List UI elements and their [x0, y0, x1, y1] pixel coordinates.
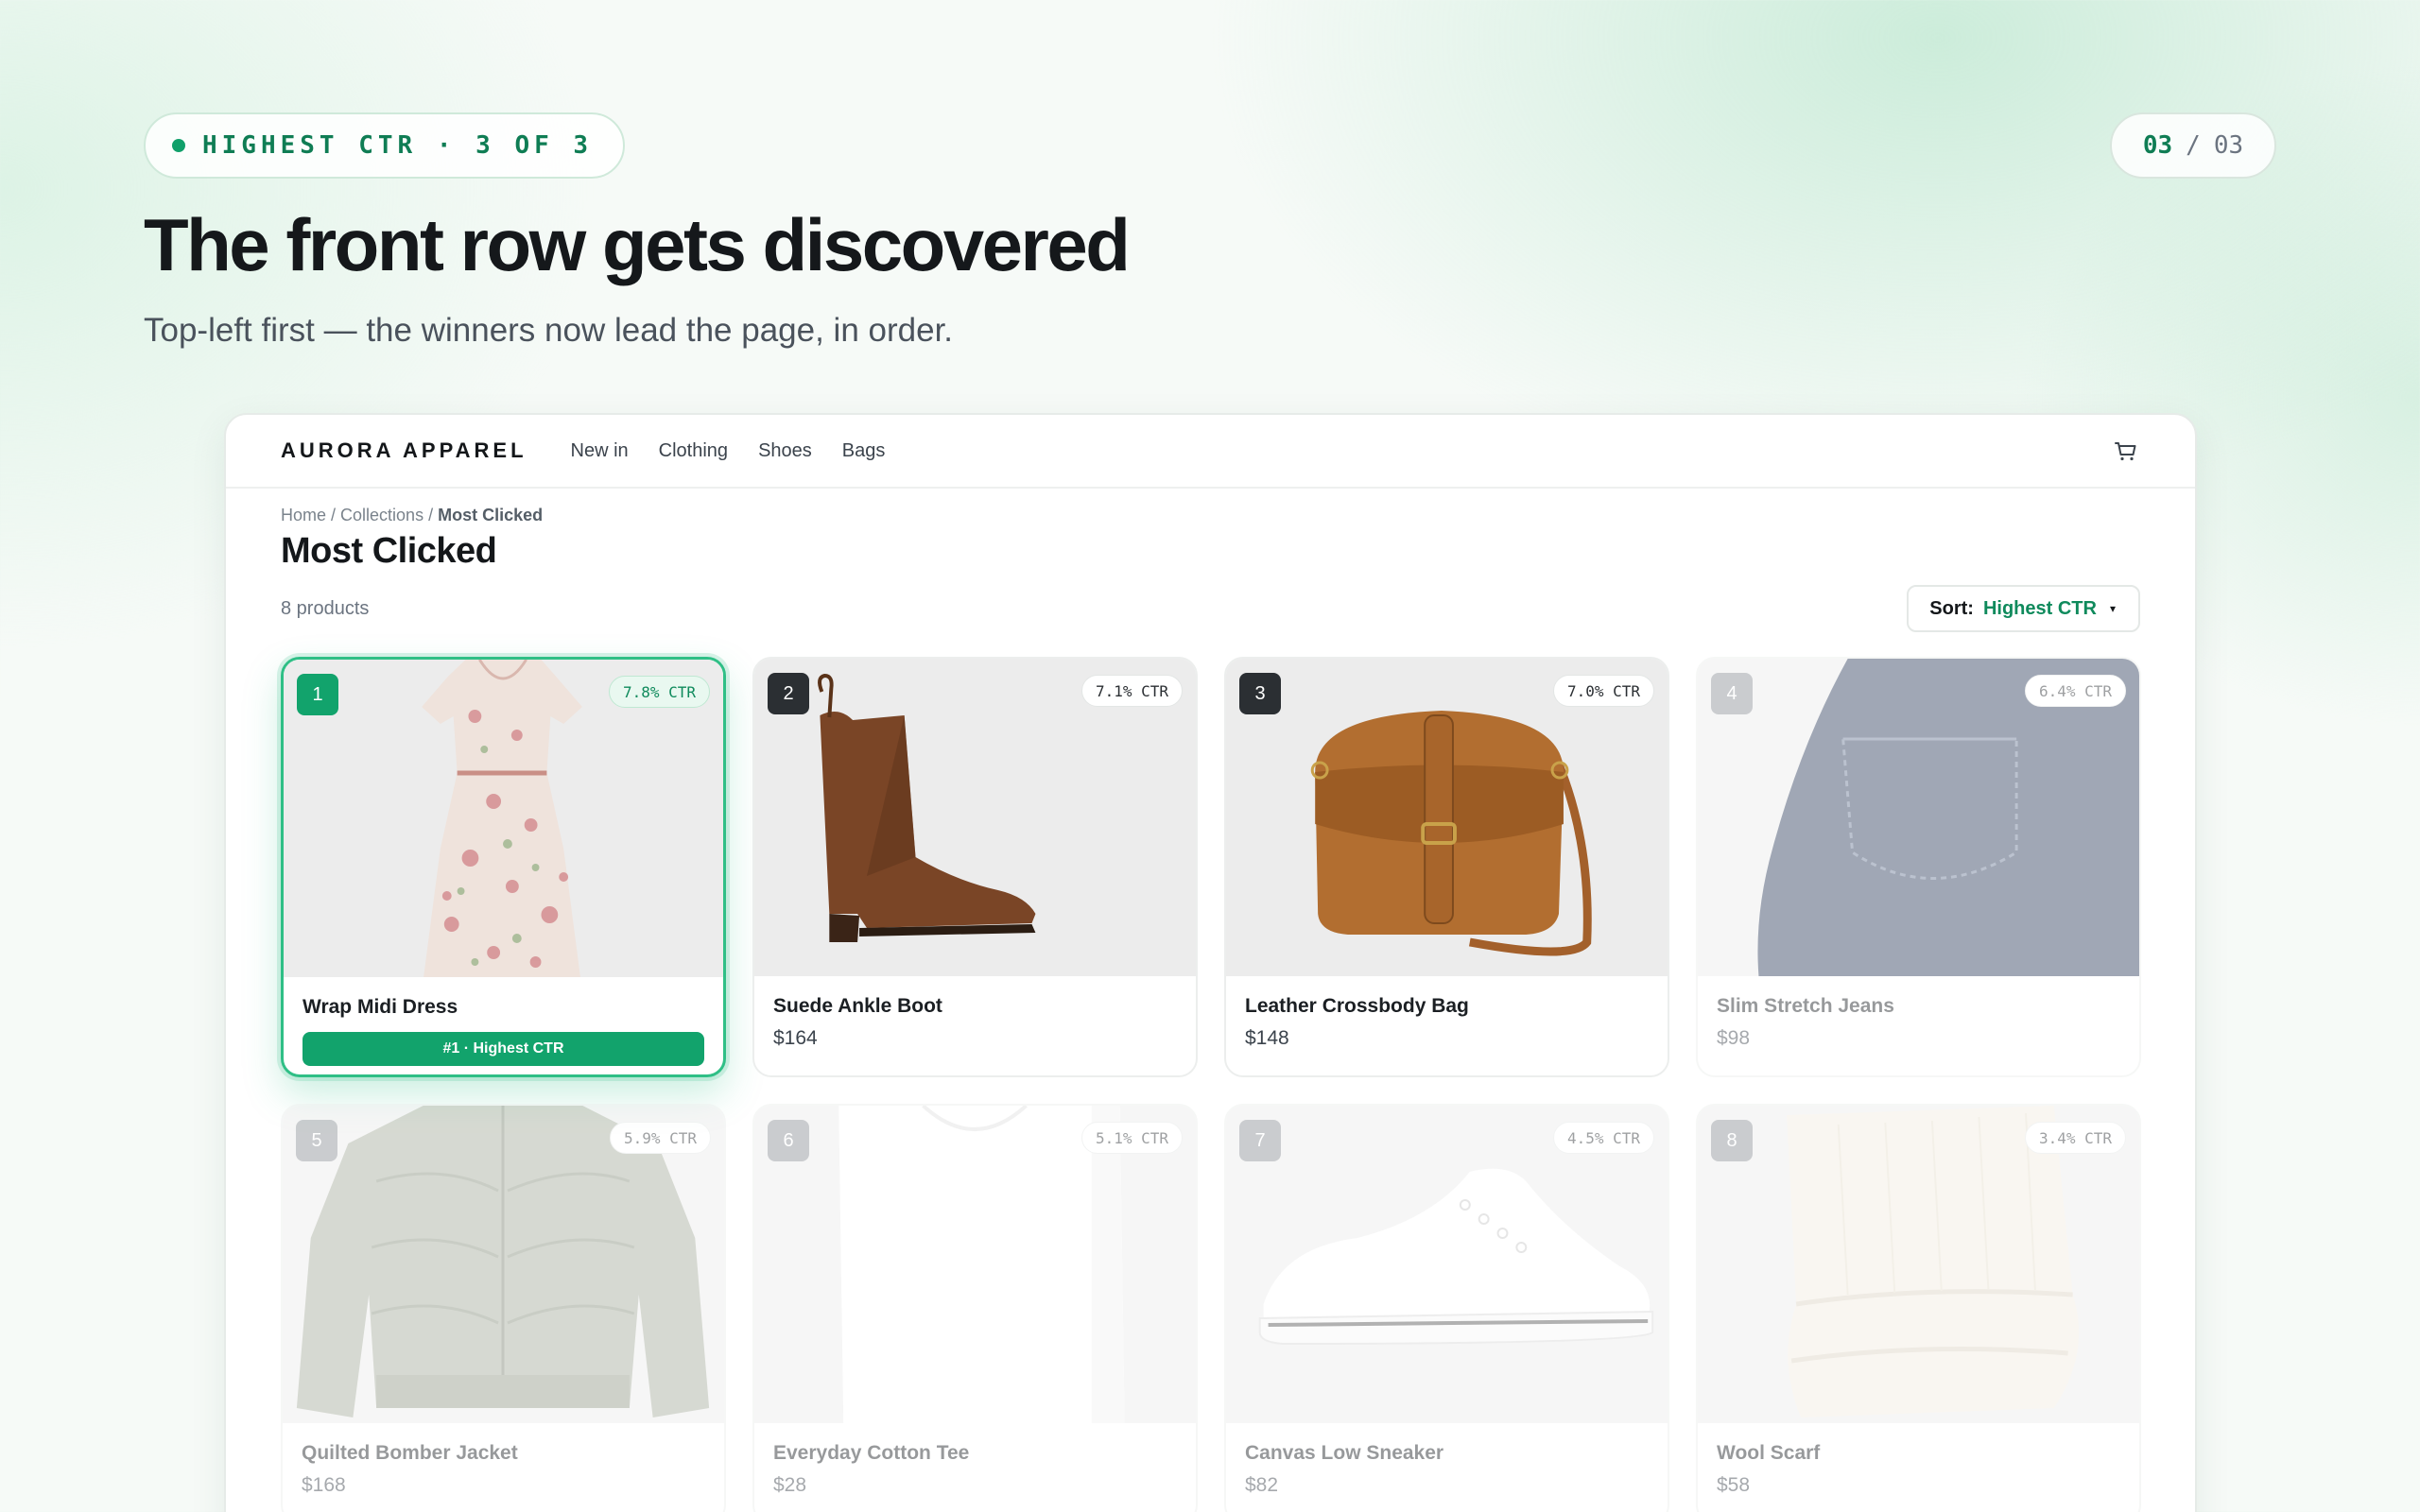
ctr-badge: 5.9% CTR	[609, 1122, 711, 1154]
product-info: Everyday Cotton Tee $28	[773, 1442, 1177, 1497]
slide-subtitle: Top-left first — the winners now lead th…	[144, 312, 954, 349]
product-card-leather-crossbody-bag[interactable]: 3 7.0% CTR Leather Crossbody Bag $148	[1224, 657, 1669, 1077]
slide-title: The front row gets discovered	[144, 203, 1131, 286]
rank-badge: 8	[1711, 1120, 1753, 1161]
rank-badge: 4	[1711, 673, 1753, 714]
product-info: Suede Ankle Boot $164	[773, 995, 1177, 1050]
product-name[interactable]: Quilted Bomber Jacket	[302, 1442, 705, 1465]
nav-link-clothing[interactable]: Clothing	[659, 440, 728, 462]
ctr-badge: 7.0% CTR	[1552, 675, 1654, 707]
store-logo[interactable]: AURORA APPAREL	[281, 438, 527, 463]
product-card-wrap-midi-dress[interactable]: 1 7.8% CTR Wrap Midi Dress #1 · Highest …	[281, 657, 726, 1077]
sort-label: Sort:	[1929, 597, 1974, 619]
listing-toolbar: 8 products Sort: Highest CTR ▾	[281, 585, 2140, 632]
rank-badge: 5	[296, 1120, 337, 1161]
status-dot-icon	[172, 139, 185, 152]
product-price: $98	[1717, 1027, 1751, 1049]
ctr-badge: 4.5% CTR	[1552, 1122, 1654, 1154]
section-tag: HIGHEST CTR · 3 OF 3	[144, 112, 626, 179]
chevron-down-icon: ▾	[2109, 602, 2116, 615]
store-nav: AURORA APPAREL New in Clothing Shoes Bag…	[226, 415, 2195, 489]
sort-value: Highest CTR	[1982, 597, 2097, 619]
product-grid: 1 7.8% CTR Wrap Midi Dress #1 · Highest …	[281, 657, 2141, 1512]
page-title: Most Clicked	[281, 531, 497, 571]
product-price: $82	[1245, 1474, 1279, 1496]
ctr-badge: 7.1% CTR	[1080, 675, 1183, 707]
breadcrumb-current: Most Clicked	[438, 506, 544, 524]
product-info: Quilted Bomber Jacket $168	[302, 1442, 705, 1497]
store-window: AURORA APPAREL New in Clothing Shoes Bag…	[224, 413, 2197, 1512]
ctr-badge: 3.4% CTR	[2024, 1122, 2126, 1154]
top-performer-badge: #1 · Highest CTR	[302, 1032, 704, 1066]
slide-counter-total: 03	[2213, 131, 2244, 160]
product-info: Leather Crossbody Bag $148	[1245, 995, 1649, 1050]
product-info: Wool Scarf $58	[1717, 1442, 2120, 1497]
section-tag-label: HIGHEST CTR · 3 OF 3	[202, 131, 594, 160]
breadcrumb-home[interactable]: Home	[281, 506, 326, 524]
nav-link-bags[interactable]: Bags	[842, 440, 886, 462]
slide-counter-current: 03	[2142, 131, 2173, 160]
ctr-badge: 5.1% CTR	[1080, 1122, 1183, 1154]
rank-badge: 7	[1239, 1120, 1281, 1161]
breadcrumb-separator: /	[326, 506, 341, 524]
rank-badge: 2	[768, 673, 809, 714]
rank-badge: 1	[297, 674, 338, 715]
rank-badge: 3	[1239, 673, 1281, 714]
product-info: Canvas Low Sneaker $82	[1245, 1442, 1649, 1497]
breadcrumb-separator: /	[424, 506, 439, 524]
product-price: $164	[773, 1027, 818, 1049]
product-name[interactable]: Slim Stretch Jeans	[1717, 995, 2120, 1018]
nav-link-shoes[interactable]: Shoes	[758, 440, 812, 462]
sort-dropdown[interactable]: Sort: Highest CTR ▾	[1907, 585, 2140, 632]
breadcrumb: Home / Collections / Most Clicked	[281, 506, 2140, 525]
product-price: $58	[1717, 1474, 1751, 1496]
breadcrumb-collections[interactable]: Collections	[340, 506, 424, 524]
ctr-badge: 6.4% CTR	[2024, 675, 2126, 707]
rank-badge: 6	[768, 1120, 809, 1161]
product-name[interactable]: Everyday Cotton Tee	[773, 1442, 1177, 1465]
product-card-slim-stretch-jeans[interactable]: 4 6.4% CTR Slim Stretch Jeans $98	[1696, 657, 2141, 1077]
product-price: $28	[773, 1474, 807, 1496]
product-name[interactable]: Leather Crossbody Bag	[1245, 995, 1649, 1018]
product-name[interactable]: Suede Ankle Boot	[773, 995, 1177, 1018]
product-price: $168	[302, 1474, 346, 1496]
product-info: Wrap Midi Dress #1 · Highest CTR	[302, 996, 704, 1066]
product-price: $148	[1245, 1027, 1289, 1049]
ctr-badge: 7.8% CTR	[608, 676, 710, 708]
product-name[interactable]: Canvas Low Sneaker	[1245, 1442, 1649, 1465]
product-name[interactable]: Wrap Midi Dress	[302, 996, 704, 1019]
product-card-canvas-low-sneaker[interactable]: 7 4.5% CTR Canvas Low Sneaker $82	[1224, 1104, 1669, 1512]
nav-link-new-in[interactable]: New in	[571, 440, 629, 462]
product-info: Slim Stretch Jeans $98	[1717, 995, 2120, 1050]
product-count: 8 products	[281, 597, 370, 619]
slide-counter: 03 / 03	[2110, 112, 2276, 179]
product-card-everyday-cotton-tee[interactable]: 6 5.1% CTR Everyday Cotton Tee $28	[752, 1104, 1198, 1512]
product-card-quilted-bomber-jacket[interactable]: 5 5.9% CTR Quilted Bomber Jacket $168	[281, 1104, 726, 1512]
product-card-suede-ankle-boot[interactable]: 2 7.1% CTR Suede Ankle Boot $164	[752, 657, 1198, 1077]
slide-counter-separator: /	[2186, 131, 2201, 160]
product-name[interactable]: Wool Scarf	[1717, 1442, 2120, 1465]
product-card-wool-scarf[interactable]: 8 3.4% CTR Wool Scarf $58	[1696, 1104, 2141, 1512]
cart-icon[interactable]	[2112, 437, 2140, 465]
